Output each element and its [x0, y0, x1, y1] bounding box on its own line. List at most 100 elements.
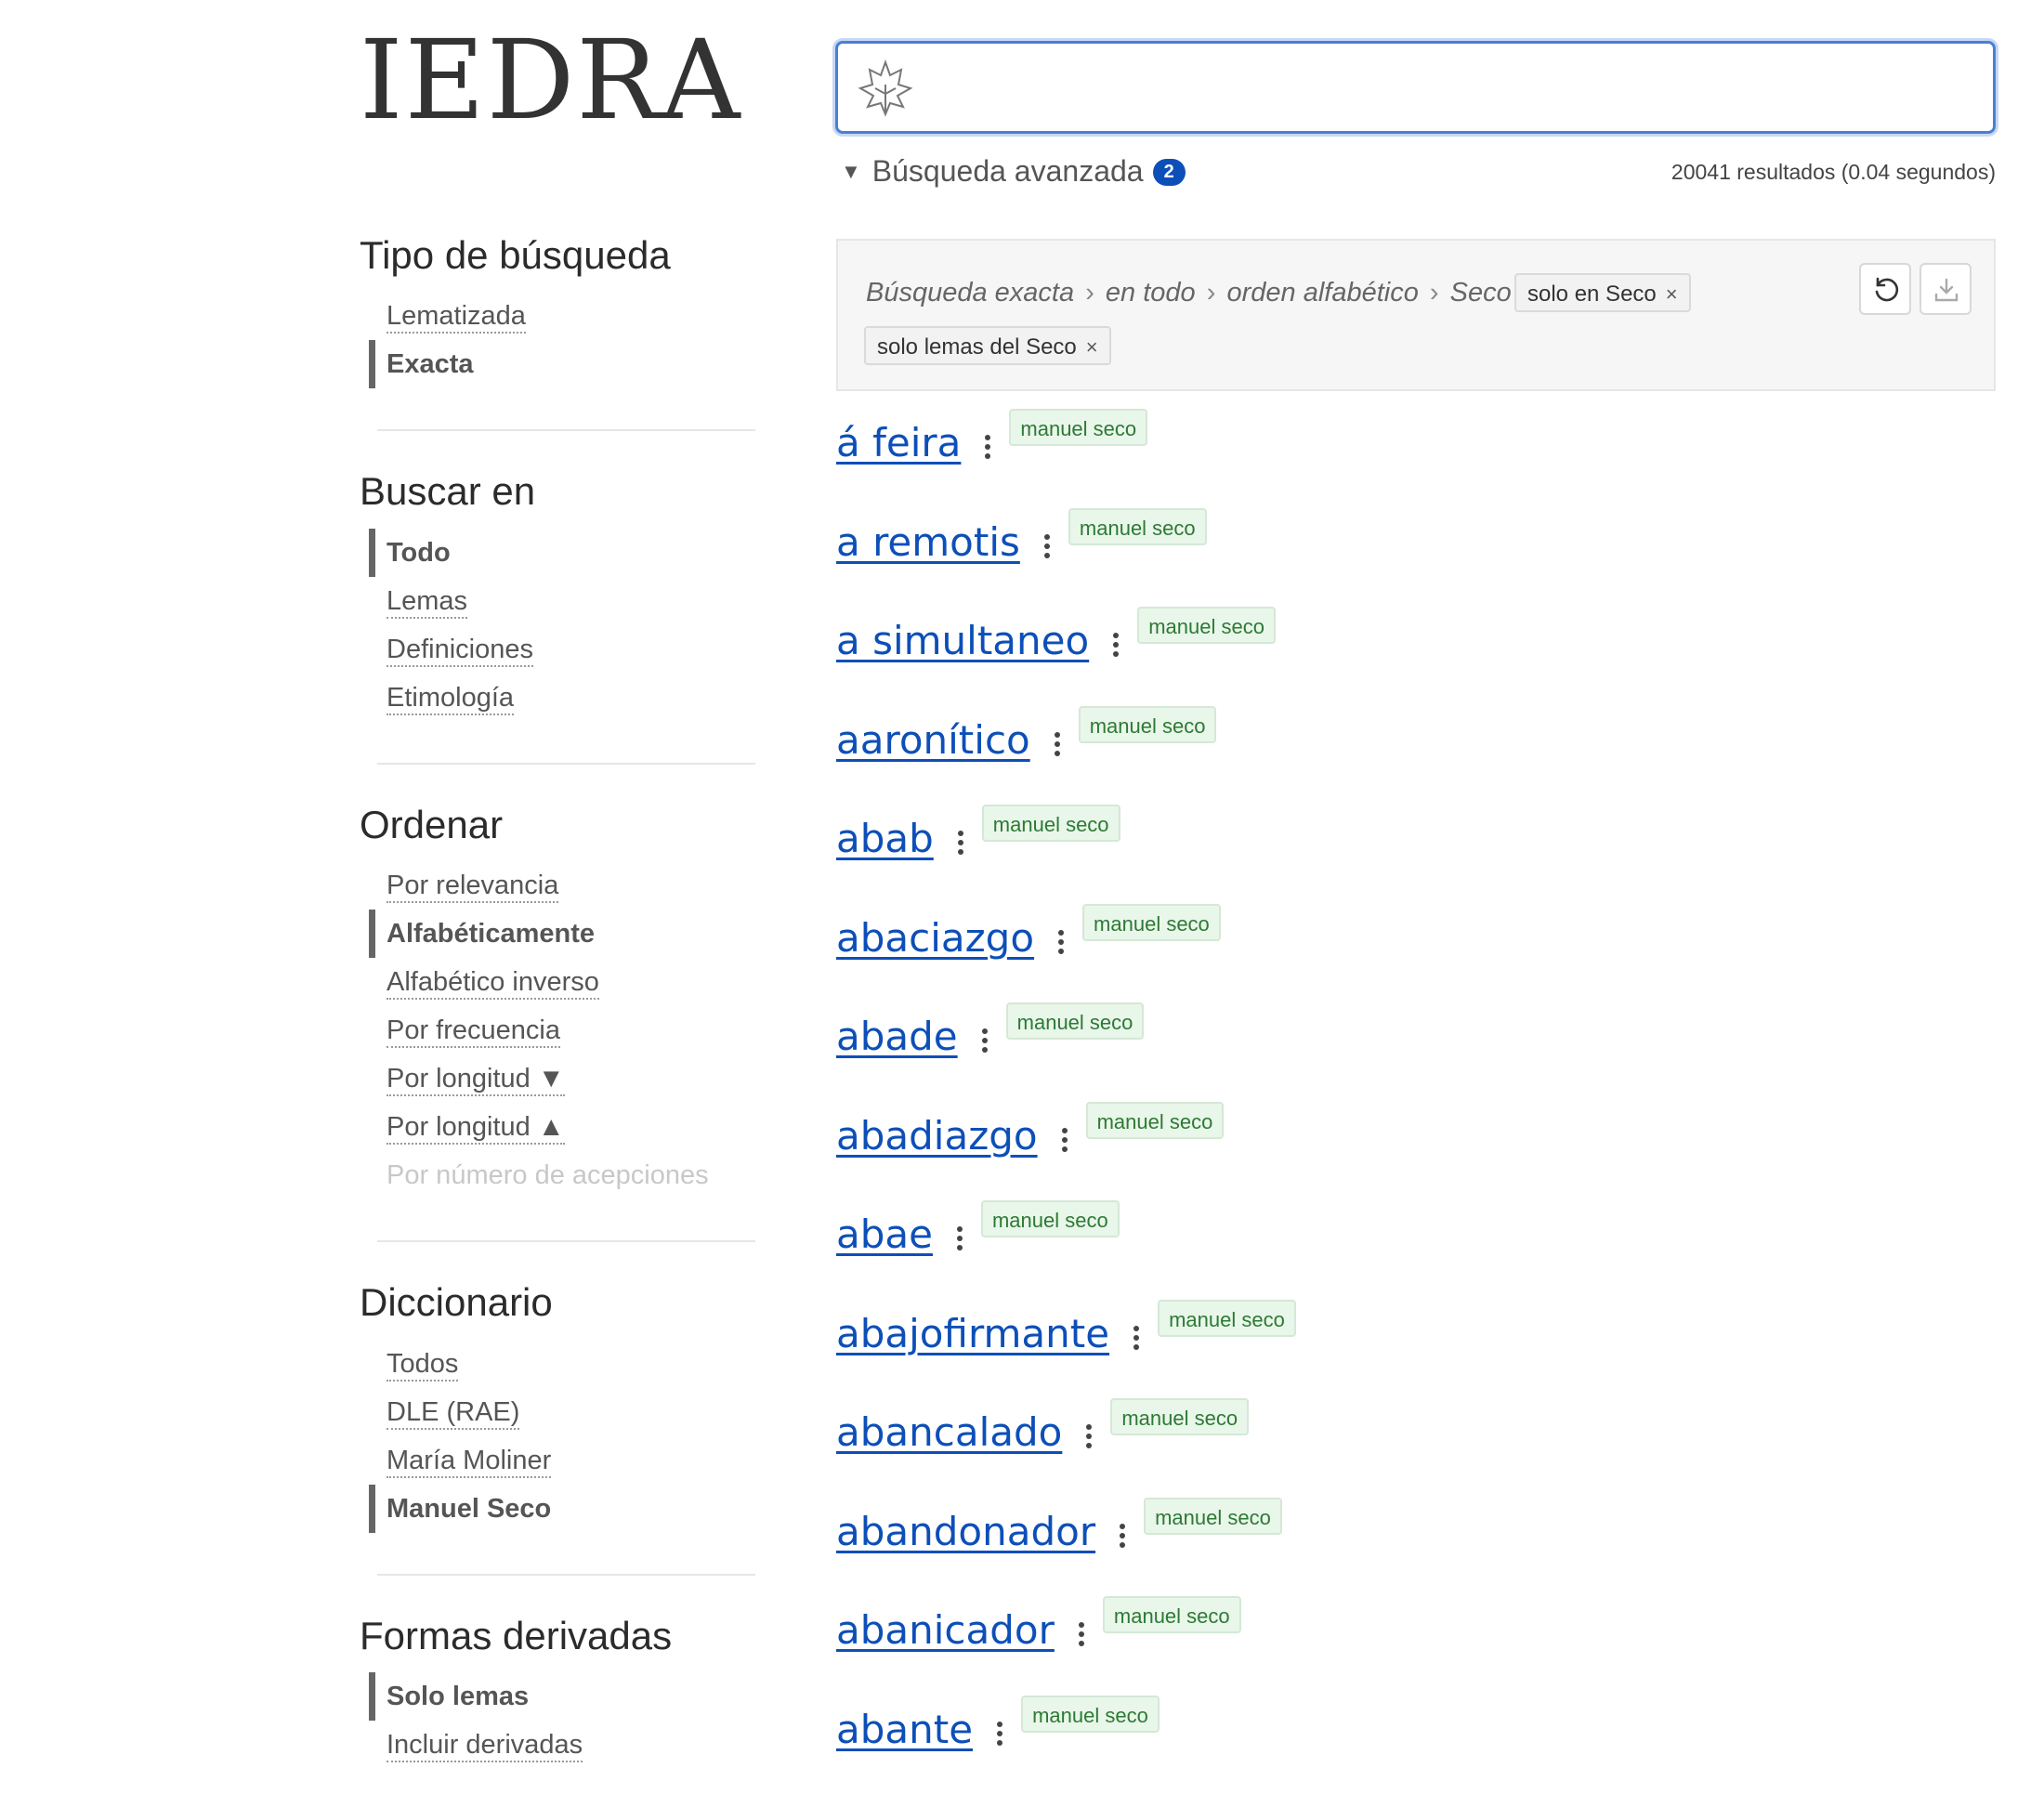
dictionary-tag: manuel seco	[981, 1200, 1120, 1237]
filter-chip: solo en Seco ×	[1514, 273, 1691, 312]
option-todos[interactable]: Todos	[360, 1340, 759, 1388]
option-por-longitud-desc[interactable]: Por longitud ▼	[360, 1054, 759, 1103]
search-box[interactable]	[835, 41, 1996, 134]
option-exacta[interactable]: Exacta	[360, 340, 759, 388]
result-link[interactable]: a simultaneo	[836, 618, 1089, 663]
crumb: en todo	[1106, 278, 1196, 308]
divider	[377, 763, 755, 765]
option-alfabetico-inverso[interactable]: Alfabético inverso	[360, 958, 759, 1006]
dictionary-tag: manuel seco	[1144, 1498, 1282, 1535]
section-title: Buscar en	[360, 468, 759, 515]
advanced-count-badge: 2	[1153, 159, 1186, 186]
results-count: 20041 resultados (0.04 segundos)	[1671, 160, 1996, 185]
dictionary-tag: manuel seco	[1006, 1002, 1145, 1040]
kebab-icon[interactable]	[1062, 1128, 1069, 1156]
advanced-search-toggle[interactable]: ▼ Búsqueda avanzada 2	[841, 154, 1186, 190]
kebab-icon[interactable]	[1055, 732, 1062, 760]
crumb-separator: ›	[1207, 278, 1216, 308]
result-link[interactable]: abadiazgo	[836, 1113, 1038, 1159]
dictionary-tag: manuel seco	[1103, 1596, 1241, 1633]
result-link[interactable]: abajofirmante	[836, 1311, 1109, 1356]
section-title: Ordenar	[360, 802, 759, 848]
download-button[interactable]	[1920, 263, 1972, 315]
option-dle-rae[interactable]: DLE (RAE)	[360, 1388, 759, 1436]
result-link[interactable]: abandonador	[836, 1509, 1095, 1554]
kebab-icon[interactable]	[997, 1722, 1004, 1749]
kebab-icon[interactable]	[985, 435, 992, 463]
result-item: abadiazgo manuel seco	[836, 1102, 1296, 1201]
kebab-icon[interactable]	[982, 1028, 989, 1056]
kebab-icon[interactable]	[957, 1226, 964, 1254]
kebab-icon[interactable]	[1058, 930, 1066, 958]
close-icon[interactable]: ×	[1086, 335, 1098, 359]
result-item: abanicador manuel seco	[836, 1596, 1296, 1696]
option-etimologia[interactable]: Etimología	[360, 674, 759, 722]
result-item: abancalado manuel seco	[836, 1398, 1296, 1498]
kebab-icon[interactable]	[1079, 1622, 1086, 1650]
result-link[interactable]: abae	[836, 1211, 933, 1257]
kebab-icon[interactable]	[1133, 1326, 1141, 1354]
dictionary-tag: manuel seco	[1086, 1102, 1225, 1139]
caret-down-icon: ▼	[841, 160, 861, 183]
option-definiciones[interactable]: Definiciones	[360, 625, 759, 674]
search-input[interactable]	[931, 53, 1975, 124]
result-link[interactable]: abanicador	[836, 1607, 1055, 1653]
result-link[interactable]: a remotis	[836, 519, 1020, 565]
result-link[interactable]: abante	[836, 1707, 973, 1752]
option-solo-lemas[interactable]: Solo lemas	[360, 1672, 759, 1721]
kebab-icon[interactable]	[1113, 633, 1120, 661]
advanced-search-label: Búsqueda avanzada	[872, 154, 1144, 188]
crumb-separator: ›	[1430, 278, 1439, 308]
divider	[377, 1240, 755, 1242]
filter-summary: Búsqueda exacta › en todo › orden alfabé…	[836, 239, 1996, 391]
result-link[interactable]: abaciazgo	[836, 915, 1034, 961]
dictionary-tag: manuel seco	[1110, 1398, 1249, 1435]
result-item: abajofirmante manuel seco	[836, 1300, 1296, 1399]
result-link[interactable]: á feira	[836, 420, 961, 465]
section-ordenar: Ordenar Por relevancia Alfabéticamente A…	[360, 802, 759, 1199]
kebab-icon[interactable]	[1044, 534, 1052, 562]
result-item: abaciazgomanuel seco	[836, 904, 1296, 1003]
section-title: Diccionario	[360, 1279, 759, 1326]
result-item: abab manuel seco	[836, 805, 1296, 904]
result-link[interactable]: abancalado	[836, 1409, 1062, 1455]
result-item: abantemanuel seco	[836, 1696, 1296, 1794]
reset-icon	[1872, 276, 1900, 304]
option-por-numero-acepciones: Por número de acepciones	[360, 1151, 759, 1199]
option-lematizada[interactable]: Lematizada	[360, 292, 759, 340]
option-maria-moliner[interactable]: María Moliner	[360, 1436, 759, 1485]
dictionary-tag: manuel seco	[1009, 409, 1147, 446]
option-por-longitud-asc[interactable]: Por longitud ▲	[360, 1103, 759, 1151]
result-item: a remotis manuel seco	[836, 508, 1296, 608]
results-list: á feiramanuel secoa remotismanuel secoa …	[836, 409, 1296, 1794]
dictionary-tag: manuel seco	[1079, 706, 1217, 743]
option-por-relevancia[interactable]: Por relevancia	[360, 861, 759, 910]
option-manuel-seco[interactable]: Manuel Seco	[360, 1485, 759, 1533]
result-item: aaronítico manuel seco	[836, 706, 1296, 805]
close-icon[interactable]: ×	[1666, 282, 1678, 306]
result-item: á feira manuel seco	[836, 409, 1296, 508]
section-title: Tipo de búsqueda	[360, 232, 759, 279]
option-lemas[interactable]: Lemas	[360, 577, 759, 625]
breadcrumb: Búsqueda exacta › en todo › orden alfabé…	[866, 278, 1536, 308]
kebab-icon[interactable]	[1120, 1524, 1127, 1552]
option-por-frecuencia[interactable]: Por frecuencia	[360, 1006, 759, 1054]
option-alfabeticamente[interactable]: Alfabéticamente	[360, 910, 759, 958]
result-item: abandonador manuel seco	[836, 1498, 1296, 1597]
reset-button[interactable]	[1859, 263, 1911, 315]
option-incluir-derivadas[interactable]: Incluir derivadas	[360, 1721, 759, 1769]
dictionary-tag: manuel seco	[982, 805, 1120, 842]
kebab-icon[interactable]	[1086, 1424, 1094, 1452]
dictionary-tag: manuel seco	[1068, 508, 1207, 545]
option-todo[interactable]: Todo	[360, 529, 759, 577]
result-item: abade manuel seco	[836, 1002, 1296, 1102]
kebab-icon[interactable]	[958, 831, 965, 858]
result-link[interactable]: abab	[836, 816, 934, 861]
dictionary-tag: manuel seco	[1158, 1300, 1296, 1337]
dictionary-tag: manuel seco	[1137, 607, 1276, 644]
result-link[interactable]: abade	[836, 1014, 958, 1059]
chip-label: solo en Seco	[1527, 282, 1657, 307]
result-link[interactable]: aaronítico	[836, 717, 1030, 763]
logo[interactable]: IEDRA	[360, 20, 741, 141]
divider	[377, 1574, 755, 1576]
